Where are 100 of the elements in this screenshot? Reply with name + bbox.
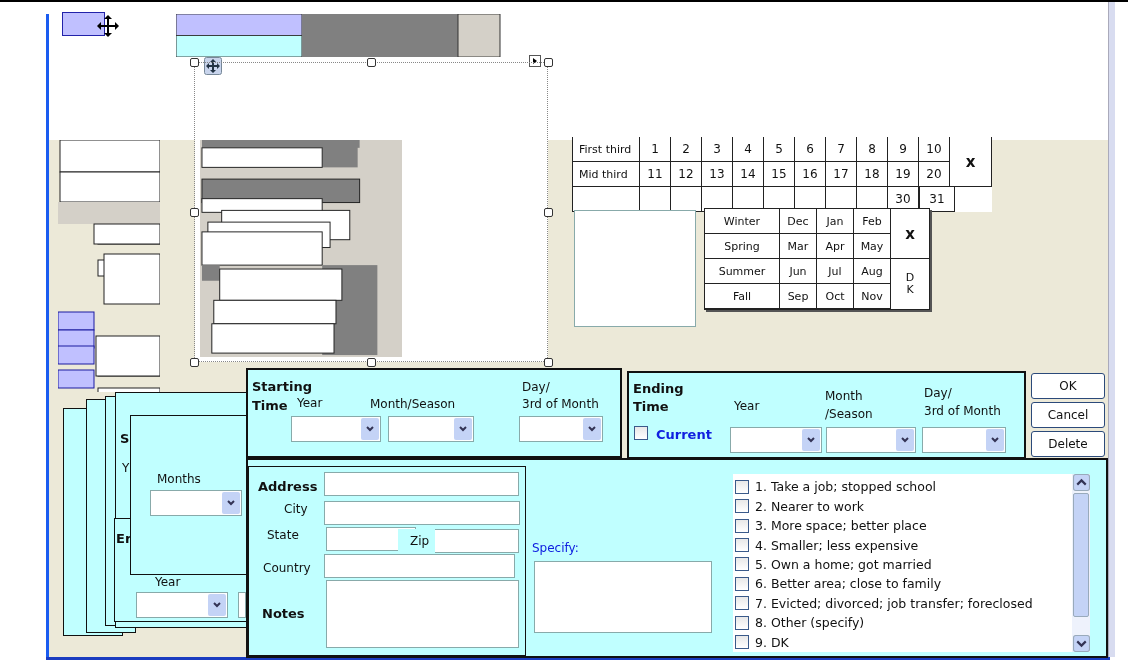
clear-option[interactable]: x — [891, 209, 929, 259]
scroll-thumb[interactable] — [1073, 493, 1089, 617]
day-option[interactable]: 6 — [795, 137, 826, 162]
field-label: State — [267, 528, 299, 542]
day-option[interactable]: 5 — [764, 137, 795, 162]
checkbox[interactable] — [735, 479, 749, 494]
day-option[interactable]: 7 — [826, 137, 857, 162]
input-field[interactable] — [324, 472, 519, 496]
field-label: /Season — [825, 407, 873, 421]
chevron-down-icon — [900, 435, 910, 445]
resize-handle[interactable] — [190, 58, 199, 67]
checkbox[interactable] — [735, 576, 749, 591]
checkbox-label: 5. Own a home; got married — [755, 556, 932, 572]
checkbox-label: Current — [656, 427, 712, 442]
season-option[interactable]: Summer — [705, 259, 780, 284]
day-option[interactable]: 4 — [733, 137, 764, 162]
checkbox[interactable] — [735, 596, 749, 611]
day-option[interactable]: 1 — [640, 137, 671, 162]
checkbox-label: 7. Evicted; divorced; job transfer; foreclosed — [755, 595, 1033, 611]
dropdown-field[interactable] — [136, 592, 228, 618]
scrollbar[interactable] — [1108, 2, 1115, 657]
checkbox[interactable] — [735, 615, 749, 630]
resize-handle[interactable] — [367, 58, 376, 67]
resize-handle[interactable] — [190, 208, 199, 217]
day-option[interactable]: 10 — [919, 137, 950, 162]
dropdown-field[interactable] — [519, 416, 603, 442]
dropdown-field[interactable] — [826, 427, 916, 453]
clear-option[interactable]: x — [950, 137, 992, 187]
input-field[interactable] — [324, 554, 515, 578]
field-label: Country — [263, 561, 311, 575]
day-option[interactable]: 3 — [702, 137, 733, 162]
input-field[interactable] — [324, 501, 520, 525]
checkbox[interactable] — [735, 518, 749, 533]
chevron-down-icon — [226, 498, 236, 508]
dropdown-field[interactable] — [291, 416, 381, 442]
scrollbar[interactable] — [1072, 474, 1090, 652]
dialog-button[interactable]: Cancel — [1031, 402, 1105, 428]
resize-handle[interactable] — [367, 358, 376, 367]
day-option[interactable]: 11 — [640, 162, 671, 187]
month-option[interactable]: Mar — [780, 234, 817, 259]
day-option[interactable]: 12 — [671, 162, 702, 187]
scroll-up-icon[interactable] — [1072, 474, 1090, 491]
day-option[interactable]: 13 — [702, 162, 733, 187]
dont-know-option[interactable]: DK — [891, 259, 929, 309]
resize-handle[interactable] — [190, 358, 199, 367]
dropdown-field[interactable] — [922, 427, 1006, 453]
dropdown-field[interactable] — [238, 592, 246, 618]
day-option[interactable]: 18 — [857, 162, 888, 187]
dropdown-field[interactable] — [388, 416, 474, 442]
day-option[interactable]: 17 — [826, 162, 857, 187]
resize-handle[interactable] — [544, 58, 553, 67]
dialog-button[interactable]: OK — [1031, 373, 1105, 399]
dropdown-field[interactable] — [730, 427, 822, 453]
move-icon[interactable] — [96, 14, 120, 38]
day-option[interactable]: 8 — [857, 137, 888, 162]
resize-handle[interactable] — [544, 208, 553, 217]
dialog-button[interactable]: Delete — [1031, 431, 1105, 457]
month-option[interactable]: Jun — [780, 259, 817, 284]
season-option[interactable]: Fall — [705, 284, 780, 309]
month-option[interactable]: Nov — [854, 284, 891, 309]
play-icon[interactable] — [529, 55, 541, 67]
checkbox[interactable] — [735, 635, 749, 650]
day-option[interactable]: 15 — [764, 162, 795, 187]
month-option[interactable]: May — [854, 234, 891, 259]
month-option[interactable]: Apr — [817, 234, 854, 259]
input-field[interactable] — [534, 561, 712, 633]
move-icon[interactable] — [204, 57, 222, 75]
field-label: City — [284, 502, 308, 516]
field-label: Y — [122, 461, 130, 475]
field-label: Address — [258, 479, 318, 494]
checkbox-label: 3. More space; better place — [755, 518, 927, 534]
day-option[interactable]: 14 — [733, 162, 764, 187]
row-label: First third — [572, 137, 640, 162]
month-option[interactable]: Oct — [817, 284, 854, 309]
checkbox[interactable] — [634, 426, 648, 440]
day-option[interactable]: 9 — [888, 137, 919, 162]
scroll-down-icon[interactable] — [1072, 635, 1090, 652]
month-option[interactable]: Dec — [780, 209, 817, 234]
checkbox[interactable] — [735, 538, 749, 553]
resize-handle[interactable] — [544, 358, 553, 367]
field-label: Notes — [262, 606, 305, 621]
day-option[interactable]: 19 — [888, 162, 919, 187]
month-option[interactable]: Feb — [854, 209, 891, 234]
checkbox-label: 2. Nearer to work — [755, 498, 865, 514]
checkbox[interactable] — [735, 499, 749, 514]
notes-field[interactable] — [326, 580, 519, 648]
month-option[interactable]: Jan — [817, 209, 854, 234]
section-heading: Er — [116, 531, 132, 546]
month-option[interactable]: Jul — [817, 259, 854, 284]
day-option[interactable]: 16 — [795, 162, 826, 187]
dropdown-field[interactable] — [150, 490, 242, 516]
checkbox[interactable] — [735, 557, 749, 572]
month-option[interactable]: Sep — [780, 284, 817, 309]
input-field[interactable] — [434, 529, 519, 553]
day-option[interactable]: 20 — [919, 162, 950, 187]
day-option[interactable]: 2 — [671, 137, 702, 162]
season-option[interactable]: Spring — [705, 234, 780, 259]
season-option[interactable]: Winter — [705, 209, 780, 234]
section-heading: Time — [633, 399, 669, 414]
month-option[interactable]: Aug — [854, 259, 891, 284]
